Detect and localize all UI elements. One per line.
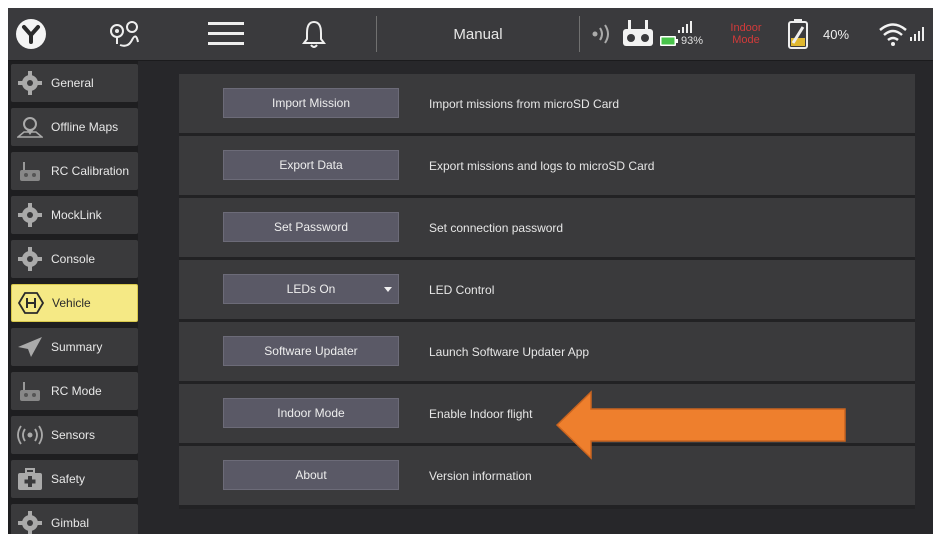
toolbar-divider (579, 16, 580, 52)
sidebar-item-label: RC Mode (51, 384, 102, 398)
controller-battery-percent: 93% (681, 35, 704, 47)
flight-mode-label: Manual (453, 25, 503, 43)
medical-kit-icon (15, 464, 45, 494)
plan-route-icon[interactable] (104, 8, 144, 60)
sidebar-item-console[interactable]: Console (11, 240, 138, 278)
remote-controller-icon (15, 156, 45, 186)
sidebar-item-label: Safety (51, 472, 86, 486)
leds-dropdown-value: LEDs On (286, 282, 336, 296)
sidebar-item-rc-calibration[interactable]: RC Calibration (11, 152, 138, 190)
signal-waves-icon (588, 8, 614, 60)
sidebar-item-label: Vehicle (52, 296, 91, 310)
settings-row-software-updater: Software Updater Launch Software Updater… (179, 322, 915, 381)
gear-icon (15, 244, 45, 274)
import-mission-button-label: Import Mission (271, 96, 351, 110)
set-password-button-label: Set Password (273, 220, 349, 234)
sidebar-item-rc-mode[interactable]: RC Mode (11, 372, 138, 410)
paper-plane-icon (15, 332, 45, 362)
software-updater-button-label: Software Updater (264, 344, 358, 358)
row-description: Import missions from microSD Card (429, 96, 620, 111)
hamburger-menu-icon[interactable] (204, 8, 248, 60)
bell-icon[interactable] (298, 8, 330, 60)
row-description: Launch Software Updater App (429, 344, 590, 359)
sidebar-item-summary[interactable]: Summary (11, 328, 138, 366)
vehicle-battery-percent-wrap: 40% (818, 8, 854, 60)
row-description: Enable Indoor flight (429, 406, 533, 421)
row-description: LED Control (429, 282, 495, 297)
export-data-button[interactable]: Export Data (223, 150, 399, 180)
indoor-mode-button[interactable]: Indoor Mode (223, 398, 399, 428)
about-button-label: About (295, 468, 327, 482)
sidebar-item-label: General (51, 76, 94, 90)
indoor-mode-button-label: Indoor Mode (277, 406, 345, 420)
annotation-arrow-icon (555, 390, 846, 460)
about-button[interactable]: About (223, 460, 399, 490)
sidebar-item-label: RC Calibration (51, 164, 130, 178)
sidebar-item-gimbal[interactable]: Gimbal (11, 504, 138, 534)
row-description: Set connection password (429, 220, 564, 235)
vehicle-hex-icon (16, 288, 46, 318)
settings-sidebar: General Offline Maps RC Calibration Mock… (8, 61, 138, 534)
map-pin-icon (15, 112, 45, 142)
sidebar-item-label: Offline Maps (51, 120, 119, 134)
sensor-waves-icon (15, 420, 45, 450)
set-password-button[interactable]: Set Password (223, 212, 399, 242)
app-logo-button[interactable] (14, 8, 48, 60)
sidebar-item-label: Summary (51, 340, 103, 354)
leds-dropdown[interactable]: LEDs On (223, 274, 399, 304)
vehicle-battery-icon (782, 8, 814, 60)
top-toolbar: Manual 93% Indoor Mode 40% (8, 8, 933, 61)
sidebar-item-label: Gimbal (51, 516, 90, 530)
settings-row-import-mission: Import Mission Import missions from micr… (179, 74, 915, 133)
gear-icon (15, 200, 45, 230)
settings-row-led-control: LEDs On LED Control (179, 260, 915, 319)
indoor-mode-indicator: Indoor Mode (724, 8, 768, 60)
toolbar-divider (376, 16, 377, 52)
signal-bars-icon (678, 21, 692, 33)
sidebar-item-mocklink[interactable]: MockLink (11, 196, 138, 234)
settings-row-export-data: Export Data Export missions and logs to … (179, 136, 915, 195)
sidebar-item-label: Console (51, 252, 96, 266)
wifi-signal-bars-icon (910, 27, 924, 41)
wifi-icon (879, 23, 907, 46)
row-description: Export missions and logs to microSD Card (429, 158, 655, 173)
indoor-mode-line1: Indoor (730, 22, 762, 34)
sidebar-item-label: Sensors (51, 428, 96, 442)
gear-icon (15, 508, 45, 534)
remote-controller-icon (15, 376, 45, 406)
indoor-mode-line2: Mode (732, 34, 760, 46)
sidebar-item-label: MockLink (51, 208, 102, 222)
row-description: Version information (429, 468, 532, 483)
sidebar-item-vehicle[interactable]: Vehicle (11, 284, 138, 322)
vehicle-battery-percent: 40% (822, 26, 850, 42)
sidebar-item-offline-maps[interactable]: Offline Maps (11, 108, 138, 146)
controller-status: 93% (660, 8, 704, 60)
controller-battery-icon (660, 36, 678, 46)
sidebar-item-safety[interactable]: Safety (11, 460, 138, 498)
sidebar-item-sensors[interactable]: Sensors (11, 416, 138, 454)
app-window: Manual 93% Indoor Mode 40% General Offli… (8, 8, 933, 534)
wifi-status (872, 8, 930, 60)
software-updater-button[interactable]: Software Updater (223, 336, 399, 366)
import-mission-button[interactable]: Import Mission (223, 88, 399, 118)
settings-row-set-password: Set Password Set connection password (179, 198, 915, 257)
yuneec-logo-icon (16, 19, 46, 49)
flight-mode-selector[interactable]: Manual (428, 8, 528, 60)
gear-icon (15, 68, 45, 98)
sidebar-item-general[interactable]: General (11, 64, 138, 102)
remote-controller-icon (620, 8, 656, 60)
chevron-down-icon (384, 287, 392, 292)
export-data-button-label: Export Data (279, 158, 343, 172)
